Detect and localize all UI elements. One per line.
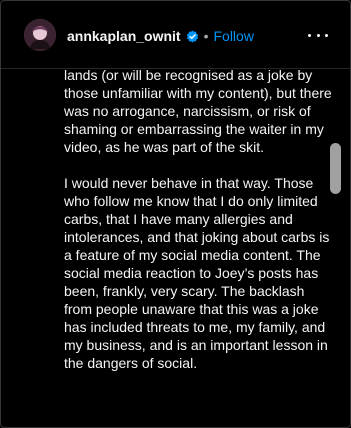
follow-button[interactable]: Follow (213, 28, 253, 44)
avatar-image (24, 19, 56, 51)
username-row: annkaplan_ownit • Follow (67, 26, 254, 46)
verified-badge-icon (186, 30, 199, 43)
post-panel: annkaplan_ownit • Follow lands (or will … (0, 0, 351, 428)
scrollbar-thumb[interactable] (330, 143, 341, 194)
more-dot (316, 33, 320, 37)
more-dot (325, 33, 328, 37)
more-options-icon[interactable] (308, 27, 328, 43)
separator-dot: • (203, 28, 209, 44)
caption-paragraph: lands (or will be recognised as a joke b… (64, 67, 332, 155)
post-header: annkaplan_ownit • Follow (1, 1, 350, 69)
scrollbar-track[interactable] (326, 69, 346, 427)
avatar[interactable] (24, 19, 56, 51)
more-dot (308, 33, 311, 37)
caption-paragraph: I would never behave in that way. Those … (64, 175, 330, 371)
post-caption: lands (or will be recognised as a joke b… (64, 66, 334, 416)
username-link[interactable]: annkaplan_ownit (67, 28, 181, 44)
